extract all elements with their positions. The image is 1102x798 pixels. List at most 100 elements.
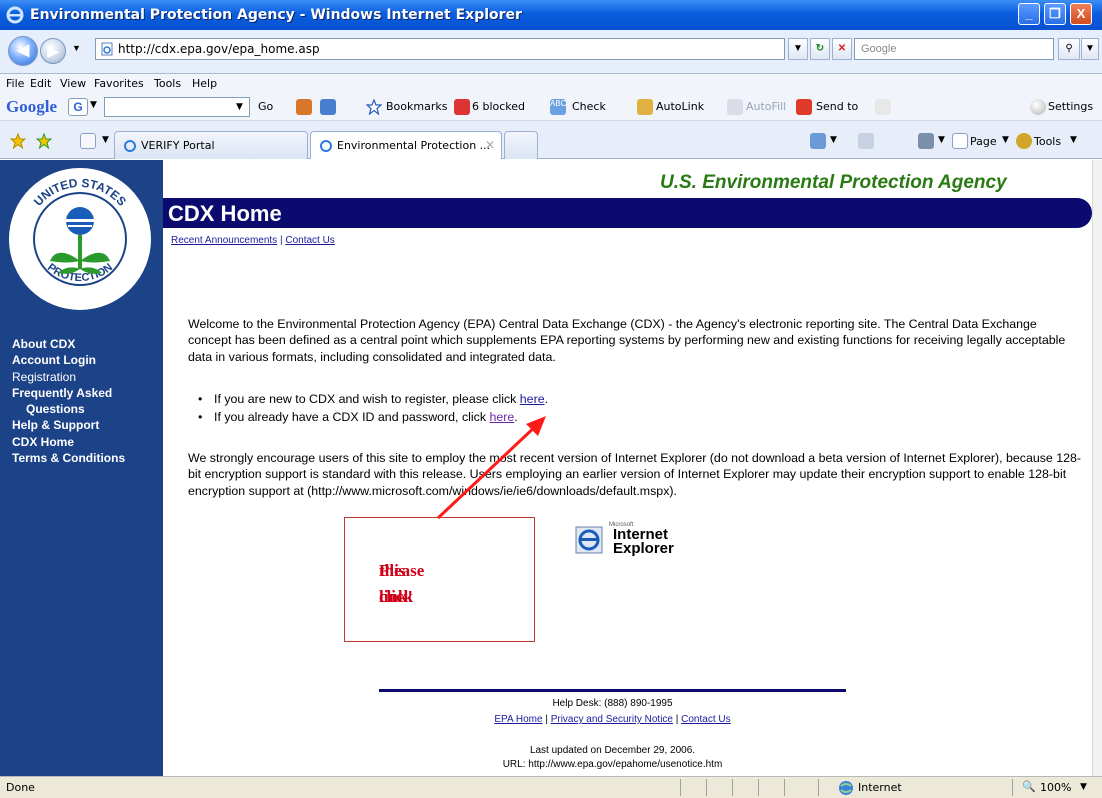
status-divider <box>680 779 681 796</box>
address-url: http://cdx.epa.gov/epa_home.asp <box>118 42 320 56</box>
page-menu-button[interactable]: Page <box>970 135 997 148</box>
tab-verify-portal[interactable]: VERIFY Portal <box>114 131 308 159</box>
highlight-icon[interactable] <box>875 99 891 115</box>
status-text: Done <box>6 781 35 794</box>
google-dropdown-icon[interactable]: ▼ <box>90 100 97 110</box>
bookmarks-button[interactable]: Bookmarks <box>386 100 447 113</box>
toolbar-options-icon[interactable] <box>320 99 336 115</box>
menu-bar: File Edit View Favorites Tools Help <box>0 74 1102 93</box>
print-icon[interactable] <box>918 133 934 149</box>
close-tab-icon[interactable]: ✕ <box>485 138 495 152</box>
search-input[interactable]: Google <box>854 38 1054 60</box>
sidebar-item-account-login[interactable]: Account Login <box>12 352 125 368</box>
footer-contact-link[interactable]: Contact Us <box>681 714 730 725</box>
autolink-button[interactable]: AutoLink <box>656 100 704 113</box>
status-divider <box>818 779 819 796</box>
google-logo: Google <box>6 97 57 116</box>
address-toolbar: ◀ ▶ ▼ http://cdx.epa.gov/epa_home.asp ▼ … <box>0 30 1102 74</box>
register-here-link[interactable]: here <box>520 392 545 406</box>
zoom-level[interactable]: 100% <box>1040 781 1071 794</box>
menu-help[interactable]: Help <box>192 77 217 90</box>
page-title: CDX Home <box>168 201 282 226</box>
tab-environmental-protection[interactable]: Environmental Protection ... ✕ <box>310 131 502 159</box>
google-go-button[interactable]: Go <box>258 100 273 113</box>
internet-explorer-logo-icon <box>575 526 603 554</box>
contact-us-link[interactable]: Contact Us <box>285 235 334 246</box>
privacy-notice-link[interactable]: Privacy and Security Notice <box>551 714 673 725</box>
ie-page-icon <box>124 140 136 152</box>
add-favorite-icon[interactable] <box>36 133 52 149</box>
home-dropdown-icon[interactable]: ▼ <box>830 135 837 145</box>
address-dropdown-button[interactable]: ▼ <box>788 38 808 60</box>
autofill-button[interactable]: AutoFill <box>746 100 786 113</box>
footer-url-text: URL: http://www.epa.gov/epahome/usenotic… <box>502 759 723 770</box>
google-g-button[interactable]: G <box>68 98 88 116</box>
settings-button[interactable]: Settings <box>1048 100 1093 113</box>
print-dropdown-icon[interactable]: ▼ <box>938 135 945 145</box>
menu-file[interactable]: File <box>6 77 24 90</box>
blocked-count[interactable]: 6 blocked <box>472 100 525 113</box>
helpdesk-text: Help Desk: (888) 890-1995 <box>552 698 673 709</box>
internet-explorer-badge[interactable]: Microsoft Internet Explorer <box>575 522 685 560</box>
new-tab-button[interactable] <box>504 131 538 159</box>
sidebar-item-terms[interactable]: Terms & Conditions <box>12 450 125 466</box>
check-button[interactable]: Check <box>572 100 606 113</box>
refresh-button[interactable]: ↻ <box>810 38 830 60</box>
status-divider <box>1012 779 1013 796</box>
feeds-icon[interactable] <box>858 133 874 149</box>
tab-list-dropdown-icon[interactable]: ▼ <box>102 135 109 145</box>
window-titlebar[interactable]: Environmental Protection Agency - Window… <box>0 0 1102 30</box>
pagerank-icon[interactable] <box>296 99 312 115</box>
search-button[interactable]: ⚲ <box>1058 38 1080 60</box>
menu-favorites[interactable]: Favorites <box>94 77 144 90</box>
sidebar: UNITED STATES PROTECTION About CDX Accou… <box>0 160 163 776</box>
popup-blocker-icon <box>454 99 470 115</box>
menu-view[interactable]: View <box>60 77 86 90</box>
send-to-button[interactable]: Send to <box>816 100 858 113</box>
sidebar-item-faq-questions[interactable]: Questions <box>12 401 125 417</box>
agency-title: U.S. Environmental Protection Agency <box>660 172 1007 193</box>
internet-explorer-icon <box>6 6 24 24</box>
back-button[interactable]: ◀ <box>8 36 38 66</box>
stop-button[interactable]: ✕ <box>832 38 852 60</box>
tools-dropdown-icon[interactable]: ▼ <box>1070 135 1077 145</box>
star-icon[interactable] <box>366 99 382 115</box>
status-divider <box>706 779 707 796</box>
sidebar-item-help-support[interactable]: Help & Support <box>12 417 125 433</box>
minimize-button[interactable]: _ <box>1018 3 1040 25</box>
address-field[interactable]: http://cdx.epa.gov/epa_home.asp <box>95 38 785 60</box>
sidebar-item-cdx-home[interactable]: CDX Home <box>12 434 125 450</box>
favorites-star-icon[interactable] <box>10 133 26 149</box>
epa-seal-logo: UNITED STATES PROTECTION <box>7 166 153 312</box>
vertical-scrollbar[interactable] <box>1092 160 1102 776</box>
home-icon[interactable] <box>810 133 826 149</box>
sidebar-item-faq[interactable]: Frequently Asked <box>12 385 125 401</box>
page-dropdown-icon[interactable]: ▼ <box>1002 135 1009 145</box>
status-divider <box>784 779 785 796</box>
spellcheck-icon: ABC <box>550 99 566 115</box>
forward-button[interactable]: ▶ <box>40 38 66 64</box>
menu-tools[interactable]: Tools <box>154 77 181 90</box>
sidebar-nav: About CDX Account Login Registration Fre… <box>12 336 125 466</box>
callout-box: Please click this link! <box>344 517 535 642</box>
browser-notice-paragraph: We strongly encourage users of this site… <box>188 451 1082 498</box>
history-dropdown-icon[interactable]: ▼ <box>72 43 81 53</box>
send-to-icon <box>796 99 812 115</box>
zoom-dropdown-icon[interactable]: ▼ <box>1080 782 1087 792</box>
recent-announcements-link[interactable]: Recent Announcements <box>171 235 277 246</box>
close-button[interactable]: X <box>1070 3 1092 25</box>
callout-arrow <box>436 416 546 520</box>
sidebar-item-about-cdx[interactable]: About CDX <box>12 336 125 352</box>
list-item: If you are new to CDX and wish to regist… <box>198 390 548 408</box>
tools-menu-button[interactable]: Tools <box>1034 135 1061 148</box>
maximize-button[interactable]: ❐ <box>1044 3 1066 25</box>
search-options-button[interactable]: ▼ <box>1081 38 1099 60</box>
top-links: Recent Announcements | Contact Us <box>171 235 335 246</box>
epa-home-link[interactable]: EPA Home <box>494 714 542 725</box>
google-search-input[interactable] <box>104 97 250 117</box>
menu-edit[interactable]: Edit <box>30 77 51 90</box>
sidebar-item-registration[interactable]: Registration <box>12 369 125 385</box>
quick-tabs-icon[interactable] <box>80 133 96 149</box>
zone-label: Internet <box>858 781 902 794</box>
google-search-dropdown-icon[interactable]: ▼ <box>236 102 243 112</box>
